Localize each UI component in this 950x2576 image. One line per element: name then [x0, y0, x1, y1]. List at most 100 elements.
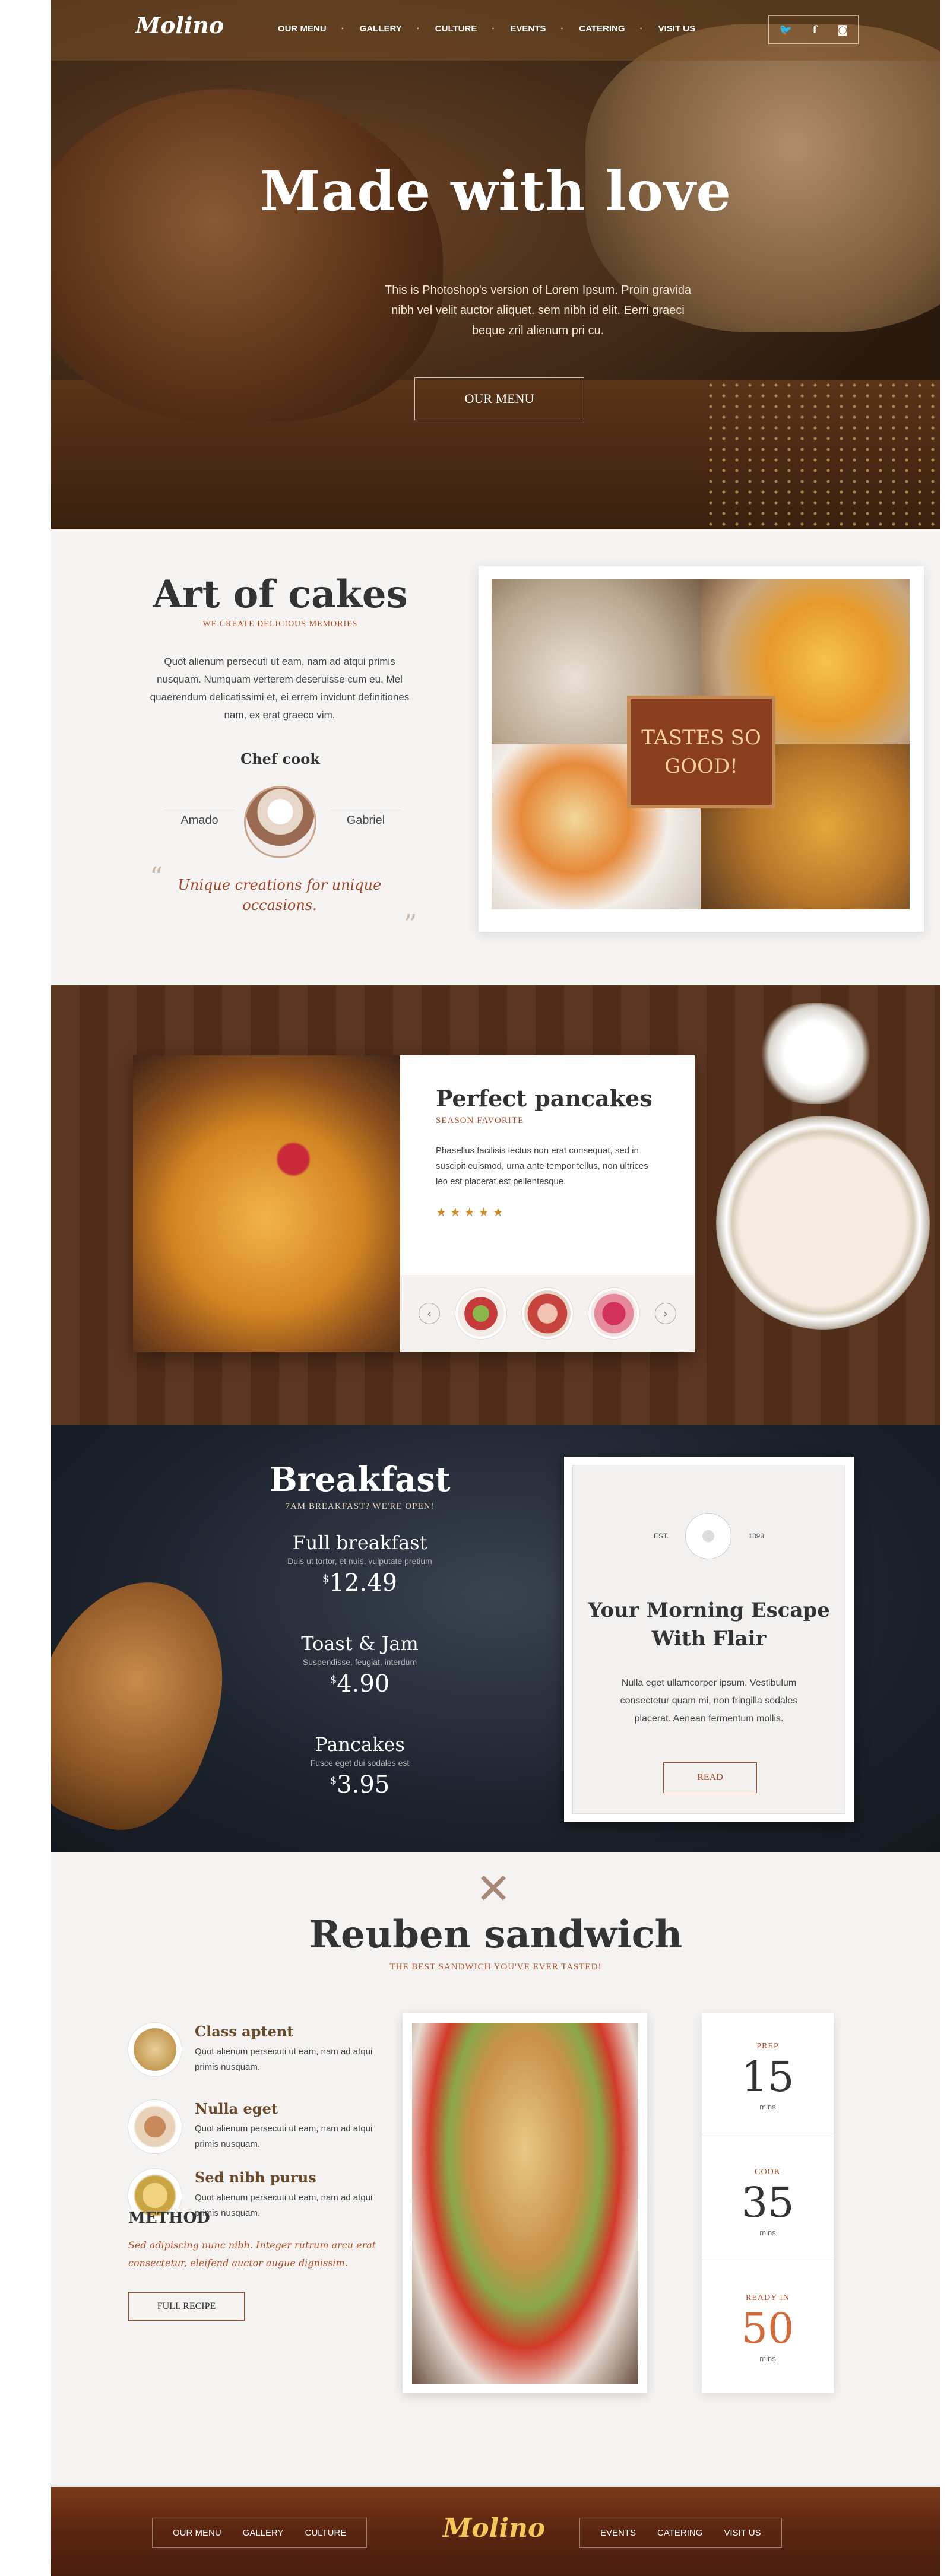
menu-item-desc: Fusce eget dui sodales est — [310, 1758, 410, 1768]
page: Made with love This is Photoshop's versi… — [51, 0, 940, 2576]
sandwich-photo — [412, 2023, 638, 2384]
milk-jug-image — [756, 1003, 875, 1104]
rating-stars: ★★★★★ — [436, 1205, 507, 1219]
footer-nav-right: EVENTS CATERING VISIT US — [580, 2518, 782, 2548]
baguette-image — [51, 1556, 255, 1851]
close-quote-icon: ” — [404, 909, 417, 940]
ingredient-name: Class aptent — [195, 2023, 294, 2040]
our-menu-button[interactable]: OUR MENU — [414, 377, 584, 420]
pancakes-section: Perfect pancakes SEASON FAVORITE Phasell… — [51, 985, 940, 1425]
chef-avatar — [244, 786, 316, 858]
prep-time: PREP 15 mins — [702, 2013, 834, 2134]
stat-label: COOK — [755, 2168, 781, 2177]
stat-value: 50 — [741, 2304, 794, 2353]
art-of-cakes-section: Art of cakes WE CREATE DELICIOUS MEMORIE… — [51, 529, 940, 985]
ingredient-text: Quot alienum persecuti ut eam, nam ad at… — [195, 2124, 373, 2149]
twitter-icon[interactable]: 🐦 — [779, 24, 792, 36]
read-button[interactable]: READ — [663, 1762, 757, 1793]
footer-nav-events[interactable]: EVENTS — [590, 2528, 647, 2538]
menu-item-name: Full breakfast — [292, 1531, 428, 1554]
thumbnail-1[interactable] — [455, 1288, 506, 1339]
reuben-section: ✕ Reuben sandwich THE BEST SANDWICH YOU'… — [51, 1852, 940, 2445]
grains-image — [704, 380, 940, 528]
menu-item-name: Toast & Jam — [301, 1632, 419, 1655]
ingredient-item: Nulla eget Quot alienum persecuti ut eam… — [128, 2100, 378, 2165]
stat-value: 35 — [741, 2178, 794, 2227]
menu-item: Toast & Jam Suspendisse, feugiat, interd… — [235, 1632, 484, 1698]
menu-item-desc: Duis ut tortor, et nuis, vulputate preti… — [287, 1556, 432, 1566]
stat-unit: mins — [759, 2354, 776, 2363]
ingredient-icon — [128, 2100, 182, 2153]
ready-in-time: READY IN 50 mins — [702, 2265, 834, 2386]
card-title: Your Morning Escape With Flair — [588, 1598, 830, 1651]
footer-nav-culture[interactable]: CULTURE — [294, 2528, 357, 2538]
reuben-subtitle: THE BEST SANDWICH YOU'VE EVER TASTED! — [390, 1962, 602, 1972]
menu-item-price: $4.90 — [330, 1670, 390, 1698]
est-label: EST. — [653, 1532, 669, 1540]
art-subtitle: WE CREATE DELICIOUS MEMORIES — [202, 620, 358, 629]
footer-logo[interactable]: Molino — [435, 2513, 553, 2543]
facebook-icon[interactable]: f — [813, 24, 818, 36]
pancakes-text: Phasellus facilisis lectus non erat cons… — [436, 1146, 648, 1187]
thumbnail-2[interactable] — [522, 1288, 573, 1339]
hero-title: Made with love — [259, 159, 732, 223]
stat-label: PREP — [756, 2042, 779, 2051]
est-seal: EST. 1893 — [573, 1513, 845, 1559]
cook-time: COOK 35 mins — [702, 2139, 834, 2260]
pancakes-subtitle: SEASON FAVORITE — [436, 1116, 524, 1125]
hero-text: This is Photoshop's version of Lorem Ips… — [384, 284, 692, 337]
instagram-icon[interactable]: ◙ — [837, 24, 847, 36]
carousel-next-button[interactable]: › — [655, 1303, 676, 1324]
seal-icon — [685, 1513, 732, 1559]
nav-catering[interactable]: CATERING — [560, 24, 641, 34]
chef-row: Amado Gabriel — [164, 786, 401, 858]
stat-unit: mins — [759, 2228, 776, 2237]
carousel-prev-button[interactable]: ‹ — [419, 1303, 440, 1324]
menu-item-price: $12.49 — [322, 1569, 397, 1597]
method-text: Sed adipiscing nunc nibh. Integer rutrum… — [128, 2239, 376, 2269]
ingredient-item: Class aptent Quot alienum persecuti ut e… — [128, 2023, 378, 2088]
ingredient-text: Quot alienum persecuti ut eam, nam ad at… — [195, 2193, 373, 2218]
thumbnail-3[interactable] — [588, 1288, 639, 1339]
footer-nav-our-menu[interactable]: OUR MENU — [162, 2528, 232, 2538]
logo[interactable]: Molino — [135, 12, 224, 39]
menu-item-desc: Suspendisse, feugiat, interdum — [302, 1657, 417, 1667]
hero-section: Made with love This is Photoshop's versi… — [51, 0, 940, 529]
main-nav: OUR MENU GALLERY CULTURE EVENTS CATERING… — [261, 24, 712, 34]
stat-value: 15 — [741, 2052, 794, 2101]
social-links: 🐦 f ◙ — [768, 15, 859, 44]
art-title: Art of cakes — [153, 572, 408, 617]
ingredient-item: Sed nibh purus Quot alienum persecuti ut… — [128, 2169, 378, 2222]
nav-culture[interactable]: CULTURE — [417, 24, 494, 34]
pancakes-photo — [133, 1055, 400, 1352]
menu-item-price: $3.95 — [330, 1771, 390, 1798]
footer-nav-gallery[interactable]: GALLERY — [232, 2528, 294, 2538]
bread-image — [51, 89, 443, 421]
nav-gallery[interactable]: GALLERY — [341, 24, 419, 34]
ingredient-name: Nulla eget — [195, 2100, 278, 2117]
chef-cook-label: Chef cook — [240, 750, 320, 767]
footer-nav-visit-us[interactable]: VISIT US — [713, 2528, 771, 2538]
nav-events[interactable]: EVENTS — [492, 24, 562, 34]
nav-visit-us[interactable]: VISIT US — [640, 24, 712, 34]
chef-name-right: Gabriel — [330, 810, 401, 827]
sandwich-photo-frame — [403, 2013, 647, 2393]
ingredient-icon — [128, 2023, 182, 2076]
cake-collage: TASTES SO GOOD! — [479, 566, 924, 932]
footer-nav-catering[interactable]: CATERING — [647, 2528, 713, 2538]
navbar: Molino OUR MENU GALLERY CULTURE EVENTS C… — [51, 0, 940, 61]
ingredient-text: Quot alienum persecuti ut eam, nam ad at… — [195, 2047, 373, 2072]
footer: OUR MENU GALLERY CULTURE Molino EVENTS C… — [51, 2487, 940, 2576]
menu-item: Full breakfast Duis ut tortor, et nuis, … — [235, 1531, 484, 1597]
chef-quote: Unique creations for unique occasions. — [178, 877, 382, 913]
tastes-so-good-badge: TASTES SO GOOD! — [627, 696, 775, 808]
menu-item-name: Pancakes — [315, 1733, 405, 1756]
breakfast-title: Breakfast — [269, 1460, 451, 1499]
method-label: METHOD — [128, 2209, 210, 2227]
nav-our-menu[interactable]: OUR MENU — [261, 24, 343, 34]
thumbnail-carousel: ‹ › — [400, 1275, 695, 1352]
stat-unit: mins — [759, 2102, 776, 2111]
morning-escape-card: EST. 1893 Your Morning Escape With Flair… — [564, 1457, 854, 1822]
full-recipe-button[interactable]: FULL RECIPE — [128, 2292, 245, 2321]
est-year: 1893 — [748, 1532, 765, 1540]
